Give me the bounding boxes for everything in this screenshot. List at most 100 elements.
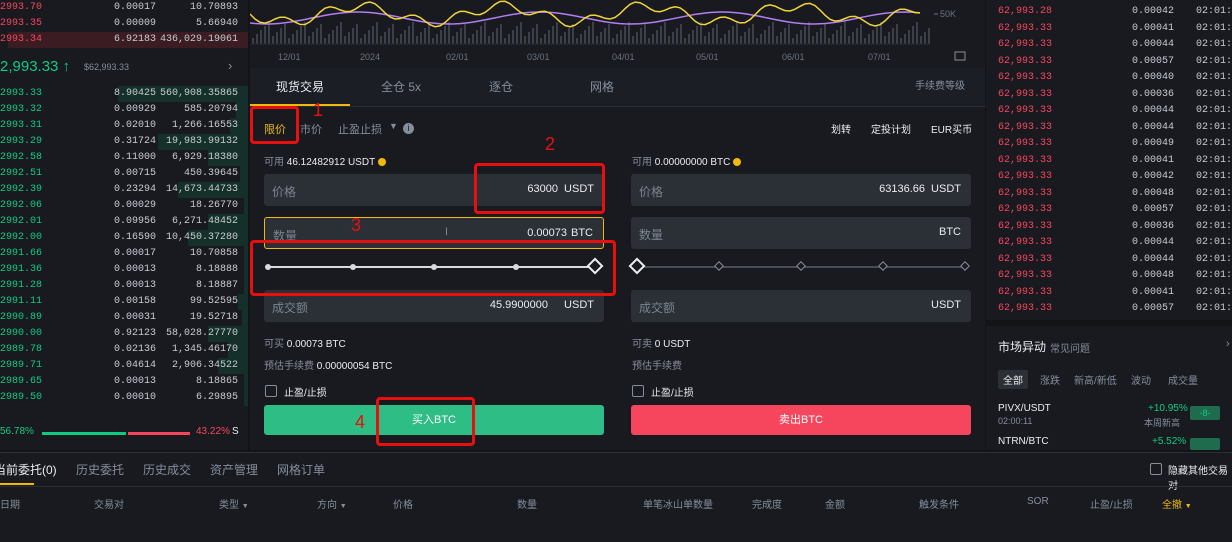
volume-bar <box>672 32 674 44</box>
filter-change[interactable]: 涨跌 <box>1040 372 1060 387</box>
bid-row[interactable]: 2993.29 0.31724 19,983.99132 <box>0 134 248 150</box>
tab-grid-orders[interactable]: 网格订单 <box>277 461 325 478</box>
bid-row[interactable]: 2991.66 0.00017 10.70858 <box>0 246 248 262</box>
volume-bar <box>808 22 810 44</box>
bid-amount: 0.00715 <box>113 168 156 179</box>
order-type-stop[interactable]: 止盈止损 <box>338 121 382 137</box>
order-type-market[interactable]: 市价 <box>300 121 322 137</box>
filter-volume[interactable]: 成交量 <box>1168 372 1198 387</box>
volume-bar <box>368 30 370 44</box>
volume-bar <box>488 36 490 44</box>
mover-pair[interactable]: PIVX/USDT <box>998 403 1051 414</box>
chevron-down-icon[interactable]: ▼ <box>389 121 398 131</box>
trade-time: 02:01:35 <box>1196 138 1232 149</box>
sell-total-field[interactable]: 成交额 USDT <box>631 290 971 322</box>
ask-amount: 0.00017 <box>113 2 156 13</box>
bid-row[interactable]: 2993.32 0.00929 585.20794 <box>0 102 248 118</box>
volume-bar <box>700 22 702 44</box>
bid-row[interactable]: 2989.65 0.00013 8.18865 <box>0 374 248 390</box>
tab-grid[interactable]: 网格 <box>590 68 614 106</box>
sell-tpsl-checkbox[interactable] <box>632 385 644 397</box>
mover-pair[interactable]: NTRN/BTC <box>998 436 1049 447</box>
col-price: 价格 <box>393 500 413 511</box>
bid-row[interactable]: 2989.50 0.00010 6.29895 <box>0 390 248 406</box>
sell-btc-button[interactable]: 卖出BTC <box>631 405 971 435</box>
trade-price: 62,993.33 <box>998 88 1053 100</box>
tab-open-orders[interactable]: 当前委托(0) <box>0 461 57 478</box>
filter-volatility[interactable]: 波动 <box>1131 372 1151 387</box>
trade-time: 02:01:35 <box>1196 303 1232 314</box>
tab-asset-management[interactable]: 资产管理 <box>210 461 258 478</box>
dca-plan-link[interactable]: 定投计划 <box>871 121 911 136</box>
ask-row[interactable]: 2993.34 6.92183 436,029.19061 <box>0 32 248 48</box>
bid-row[interactable]: 2992.39 0.23294 14,673.44733 <box>0 182 248 198</box>
last-price-usd: $62,993.33 <box>84 62 130 72</box>
tab-isolated[interactable]: 逐仓 <box>489 68 513 106</box>
volume-bar <box>780 32 782 44</box>
ask-row[interactable]: 2993.70 0.00017 10.70893 <box>0 0 248 16</box>
bid-row[interactable]: 2989.78 0.02136 1,345.46170 <box>0 342 248 358</box>
bid-row[interactable]: 2991.28 0.00013 8.18887 <box>0 278 248 294</box>
fee-level-link[interactable]: 手续费等级 <box>915 68 965 106</box>
bid-row[interactable]: 2992.06 0.00029 18.26770 <box>0 198 248 214</box>
bid-row[interactable]: 2989.71 0.04614 2,906.34522 <box>0 358 248 374</box>
sell-qty-field[interactable]: 数量 BTC <box>631 217 971 249</box>
tab-trade-history[interactable]: 历史成交 <box>143 461 191 478</box>
tab-order-history[interactable]: 历史委托 <box>76 461 124 478</box>
volume-bar <box>316 28 318 44</box>
hide-others-checkbox[interactable] <box>1150 463 1162 475</box>
bid-row[interactable]: 2993.33 8.90425 560,908.35865 <box>0 86 248 102</box>
filter-high-low[interactable]: 新高/新低 <box>1074 372 1117 387</box>
add-funds-icon[interactable] <box>377 158 386 167</box>
price-chart[interactable]: 12/01 2024 02/01 03/01 04/01 05/01 06/01 07/01 5… <box>249 0 985 68</box>
buy-total-value[interactable]: 45.9900000 <box>490 299 548 311</box>
volume-bar <box>300 26 302 44</box>
cancel-all-button[interactable]: 全撤 ▼ <box>1162 496 1192 511</box>
sell-amount-slider[interactable] <box>628 257 973 277</box>
chevron-right-icon[interactable]: › <box>1226 338 1230 350</box>
bid-row[interactable]: 2990.89 0.00031 19.52718 <box>0 310 248 326</box>
buy-max-label: 可买 <box>264 339 284 350</box>
sell-price-value[interactable]: 63136.66 <box>879 183 925 195</box>
ask-total: 10.70893 <box>189 2 238 13</box>
buy-ratio-bar <box>42 432 126 435</box>
volume-bar <box>384 32 386 44</box>
bid-row[interactable]: 2992.00 0.16590 10,450.37280 <box>0 230 248 246</box>
bid-row[interactable]: 2991.36 0.00013 8.18888 <box>0 262 248 278</box>
sell-price-field[interactable]: 价格 63136.66 USDT <box>631 174 971 206</box>
transfer-link[interactable]: 划转 <box>831 121 851 136</box>
bid-row[interactable]: 2993.31 0.02010 1,266.16553 <box>0 118 248 134</box>
bid-row[interactable]: 2992.58 0.11000 6,929.18380 <box>0 150 248 166</box>
buy-tpsl-checkbox[interactable] <box>265 385 277 397</box>
bid-row[interactable]: 2990.00 0.92123 58,028.27770 <box>0 326 248 342</box>
buy-sell-ratio: 56.78% 43.22% S <box>0 426 248 442</box>
annotation-label-1: 1 <box>313 100 324 120</box>
add-funds-icon[interactable] <box>733 158 742 167</box>
trade-time: 02:01:35 <box>1196 22 1232 34</box>
filter-all[interactable]: 全部 <box>998 370 1028 389</box>
movers-faq-link[interactable]: 常见问题 <box>1050 340 1090 355</box>
trade-time: 02:01:35 <box>1196 154 1232 166</box>
volume-bar <box>876 26 878 44</box>
bid-amount: 0.00013 <box>113 264 156 275</box>
trade-row: 62,993.33 0.00036 02:01:35 <box>986 219 1232 235</box>
volume-bar <box>768 26 770 44</box>
volume-bar <box>568 28 570 44</box>
ask-row[interactable]: 2993.35 0.00009 5.66940 <box>0 16 248 32</box>
bid-row[interactable]: 2991.11 0.00158 99.52595 <box>0 294 248 310</box>
bid-row[interactable]: 2992.51 0.00715 450.39645 <box>0 166 248 182</box>
volume-bar <box>668 36 670 44</box>
bid-row[interactable]: 2992.01 0.09956 6,271.48452 <box>0 214 248 230</box>
volume-bar <box>600 32 602 44</box>
col-side[interactable]: 方向 ▼ <box>317 496 347 511</box>
buy-fee-value: 0.00000054 BTC <box>316 361 393 372</box>
col-type[interactable]: 类型 ▼ <box>219 496 249 511</box>
buy-qty-value[interactable]: 0.00073 <box>527 227 567 239</box>
trade-amount: 0.00044 <box>1132 105 1175 116</box>
mover-change: +5.52% <box>1152 436 1186 447</box>
info-icon[interactable]: i <box>403 123 414 134</box>
tab-cross-margin[interactable]: 全仓 5x <box>381 68 421 106</box>
eur-buy-link[interactable]: EUR买币 <box>931 121 972 136</box>
bid-price: 2990.89 <box>0 312 43 323</box>
orders-panel: 当前委托(0) 历史委托 历史成交 资产管理 网格订单 隐藏其他交易对 日期 交… <box>0 452 1232 542</box>
